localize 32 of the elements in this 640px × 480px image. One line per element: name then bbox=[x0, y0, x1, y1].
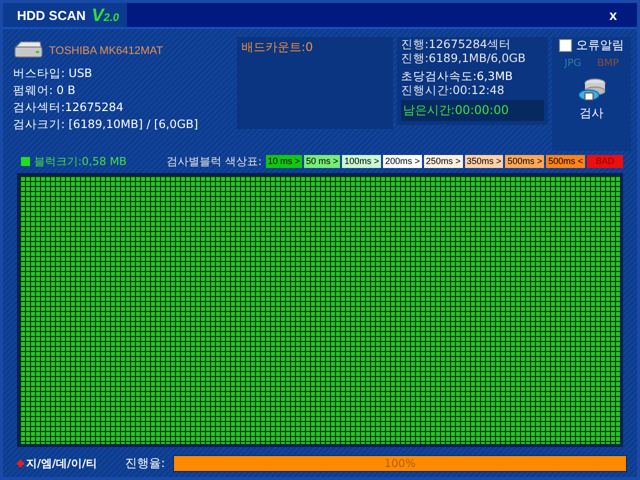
progress-info-text: 진행:6189,1MB/6,0GB bbox=[400, 51, 527, 65]
legend-swatch: 500ms > bbox=[505, 154, 544, 168]
format-option: BMP bbox=[597, 58, 619, 69]
close-button[interactable]: x bbox=[605, 7, 621, 23]
brand-name: 지/엠/데/이/티 bbox=[26, 456, 98, 470]
legend-swatch: 250ms > bbox=[424, 154, 463, 168]
scan-button[interactable]: 검사 bbox=[574, 73, 609, 124]
bad-count-text: 배드카운트:0 bbox=[241, 39, 314, 56]
progress-info-text: 진행:12675284섹터 bbox=[400, 37, 512, 51]
drive-info-text: 버스타입: USB bbox=[13, 65, 94, 81]
legend-swatch: 500ms < bbox=[546, 154, 585, 168]
progress-label: 진행율: bbox=[125, 454, 166, 472]
progress-text: 100% bbox=[383, 456, 417, 470]
legend-swatch: 200ms > bbox=[383, 154, 422, 168]
remaining-time: 남은시간:00:00:00 bbox=[400, 100, 544, 121]
legend-swatch: BAD bbox=[587, 154, 623, 168]
error-alarm-checkbox[interactable]: 오류알림 bbox=[559, 37, 624, 54]
version-label: V2.0 bbox=[92, 4, 119, 26]
legend-title: 검사별블럭 색상표: bbox=[166, 154, 262, 168]
legend-swatch: 50 ms > bbox=[304, 154, 340, 168]
progress-info-text: 진행시간:00:12:48 bbox=[400, 83, 506, 97]
window-title: HDD SCAN bbox=[17, 8, 86, 22]
drive-info-text: 검사섹터:12675284 bbox=[13, 99, 124, 115]
legend-swatch: 100ms > bbox=[342, 154, 382, 168]
legend-swatch: 350ms > bbox=[464, 154, 504, 168]
drive-info-text: 검사크기: [6189,10MB] / [6,0GB] bbox=[13, 116, 200, 132]
progress-info-text: 초당검사속도:6,3MB bbox=[400, 69, 514, 83]
drive-info-text: 펌웨어: 0 B bbox=[13, 82, 76, 98]
format-option: JPG bbox=[564, 58, 582, 69]
drive-model: TOSHIBA MK6412MAT bbox=[49, 45, 163, 57]
block-size-text: 블럭크기:0,58 MB bbox=[34, 154, 127, 168]
legend-swatch: 10 ms > bbox=[266, 154, 302, 168]
